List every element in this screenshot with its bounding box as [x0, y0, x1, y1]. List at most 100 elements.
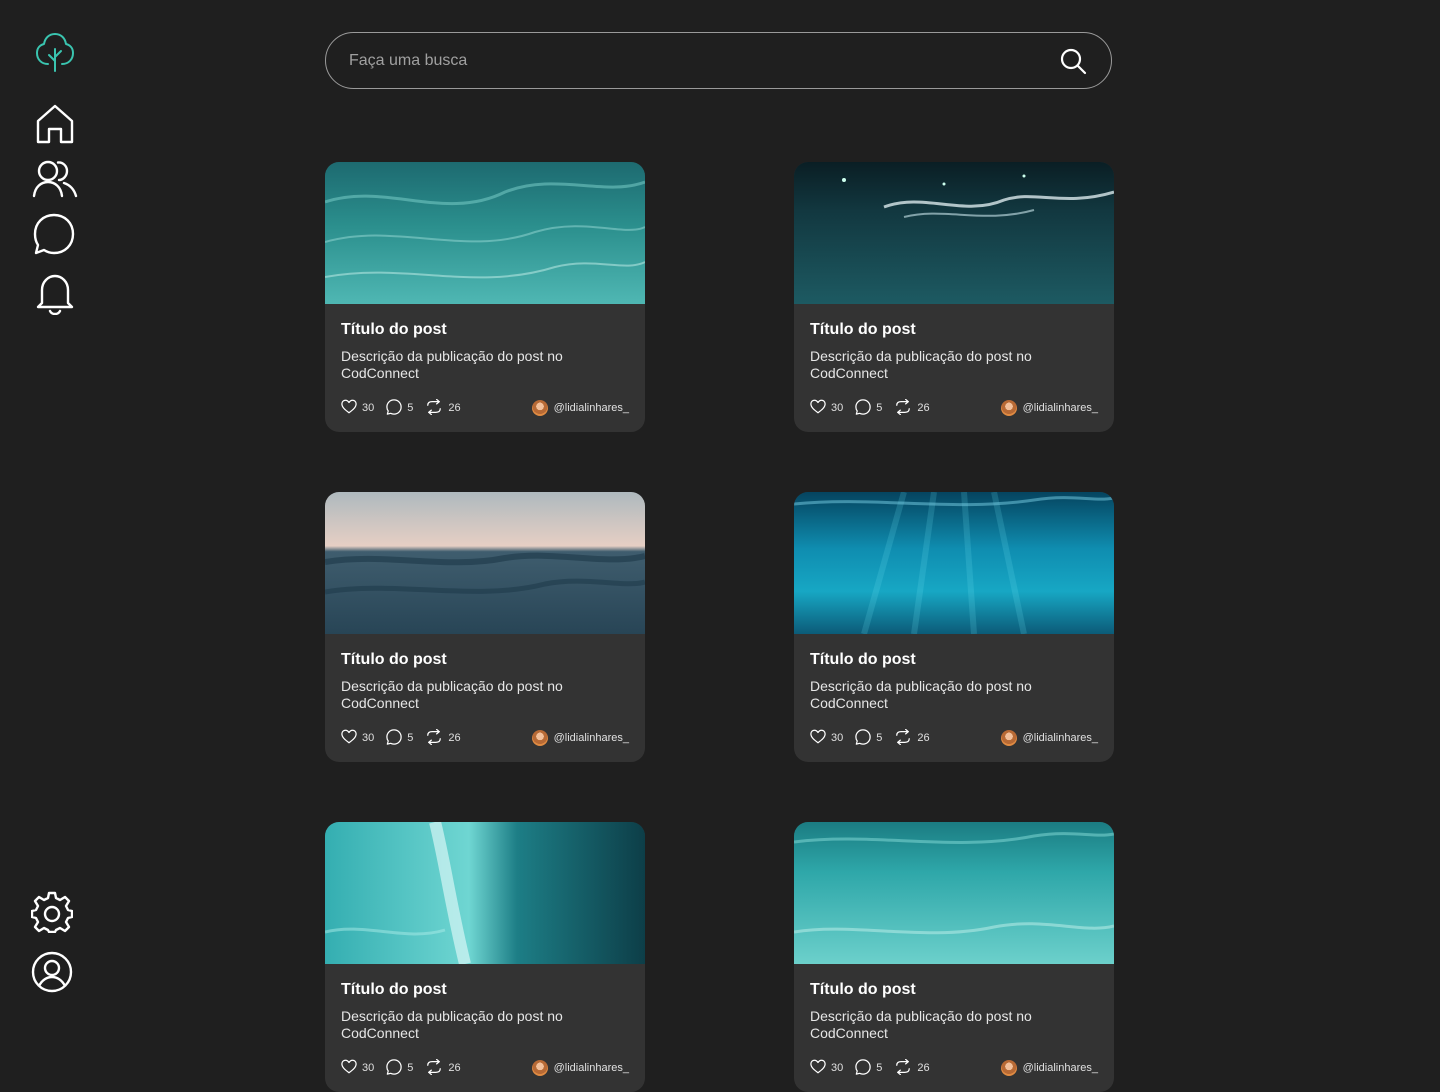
post-author[interactable]: @lidialinhares_ — [1000, 400, 1098, 416]
heart-icon — [341, 729, 362, 747]
comment-count: 5 — [407, 732, 414, 744]
share-count: 26 — [448, 732, 461, 744]
post-footer: 30 5 26 @lidialinhares_ — [810, 398, 1098, 418]
share-button[interactable]: 26 — [894, 1058, 930, 1078]
post-title: Título do post — [810, 981, 916, 998]
comment-button[interactable]: 5 — [386, 728, 414, 748]
heart-icon — [810, 399, 831, 417]
post-image[interactable] — [325, 162, 645, 304]
post-image[interactable] — [794, 492, 1114, 634]
tree-logo-icon[interactable] — [33, 30, 77, 74]
bell-icon[interactable] — [33, 272, 77, 316]
like-count: 30 — [831, 402, 844, 414]
post-description: Descrição da publicação do post no CodCo… — [810, 1008, 1032, 1041]
like-button[interactable]: 30 — [341, 729, 374, 747]
share-button[interactable]: 26 — [894, 398, 930, 418]
post-title: Título do post — [341, 651, 447, 668]
like-button[interactable]: 30 — [810, 729, 843, 747]
comment-button[interactable]: 5 — [855, 398, 883, 418]
post-image[interactable] — [325, 822, 645, 964]
comment-button[interactable]: 5 — [855, 728, 883, 748]
heart-icon — [810, 729, 831, 747]
search-input[interactable] — [326, 32, 1059, 89]
post-title: Título do post — [810, 321, 916, 338]
user-profile-icon[interactable] — [30, 950, 74, 994]
post-card[interactable]: Título do post Descrição da publicação do… — [325, 162, 645, 432]
home-icon[interactable] — [33, 102, 77, 146]
comment-count: 5 — [876, 402, 883, 414]
post-image[interactable] — [794, 162, 1114, 304]
like-count: 30 — [362, 402, 375, 414]
post-title: Título do post — [341, 981, 447, 998]
post-card[interactable]: Título do post Descrição da publicação do… — [325, 492, 645, 762]
heart-icon — [341, 1059, 362, 1077]
post-title: Título do post — [810, 651, 916, 668]
settings-gear-icon[interactable] — [30, 890, 74, 934]
post-card[interactable]: Título do post Descrição da publicação do… — [325, 822, 645, 1092]
comment-icon — [855, 398, 876, 418]
sidebar — [0, 0, 110, 1024]
repost-icon — [425, 1058, 448, 1078]
avatar — [531, 1060, 548, 1076]
post-card[interactable]: Título do post Descrição da publicação do… — [794, 162, 1114, 432]
comment-icon — [386, 398, 407, 418]
avatar — [531, 730, 548, 746]
post-title: Título do post — [341, 321, 447, 338]
post-image[interactable] — [794, 822, 1114, 964]
post-author[interactable]: @lidialinhares_ — [531, 730, 629, 746]
avatar — [531, 400, 548, 416]
share-count: 26 — [448, 1062, 461, 1074]
comment-count: 5 — [407, 1062, 414, 1074]
like-button[interactable]: 30 — [810, 399, 843, 417]
repost-icon — [894, 398, 917, 418]
comment-button[interactable]: 5 — [386, 1058, 414, 1078]
comment-button[interactable]: 5 — [855, 1058, 882, 1078]
repost-icon — [425, 728, 448, 748]
post-card[interactable]: Título do post Descrição da publicação do… — [794, 822, 1114, 1092]
share-count: 26 — [917, 402, 930, 414]
comment-icon — [386, 728, 407, 748]
post-description: Descrição da publicação do post no CodCo… — [341, 1008, 563, 1041]
post-card[interactable]: Título do post Descrição da publicação do… — [794, 492, 1114, 762]
post-description: Descrição da publicação do post no CodCo… — [341, 678, 563, 711]
comment-icon — [386, 1058, 407, 1078]
like-button[interactable]: 30 — [341, 399, 374, 417]
post-author[interactable]: @lidialinhares_ — [531, 1060, 629, 1076]
search-icon[interactable] — [1059, 47, 1087, 75]
comment-count: 5 — [407, 402, 414, 414]
share-count: 26 — [917, 732, 930, 744]
like-button[interactable]: 30 — [810, 1059, 843, 1077]
post-author[interactable]: @lidialinhares_ — [1000, 730, 1098, 746]
post-description: Descrição da publicação do post no CodCo… — [341, 348, 563, 381]
author-handle: @lidialinhares_ — [1022, 732, 1098, 744]
author-handle: @lidialinhares_ — [553, 402, 629, 414]
comment-button[interactable]: 5 — [386, 398, 414, 418]
share-button[interactable]: 26 — [425, 1058, 461, 1078]
share-button[interactable]: 26 — [425, 398, 461, 418]
share-count: 26 — [448, 402, 461, 414]
author-handle: @lidialinhares_ — [553, 732, 629, 744]
post-image[interactable] — [325, 492, 645, 634]
post-footer: 30 5 26 @lidialinhares_ — [341, 1058, 629, 1078]
post-author[interactable]: @lidialinhares_ — [531, 400, 629, 416]
repost-icon — [425, 398, 448, 418]
search-bar — [325, 32, 1112, 89]
share-button[interactable]: 26 — [894, 728, 930, 748]
chat-bubble-icon[interactable] — [32, 212, 76, 256]
avatar — [1000, 400, 1017, 416]
heart-icon — [341, 399, 362, 417]
comment-count: 5 — [876, 732, 883, 744]
share-button[interactable]: 26 — [425, 728, 461, 748]
author-handle: @lidialinhares_ — [1022, 402, 1098, 414]
like-count: 30 — [831, 1062, 844, 1074]
repost-icon — [894, 1058, 917, 1078]
post-footer: 30 5 26 @lidialinhares_ — [810, 728, 1098, 748]
post-author[interactable]: @lidialinhares_ — [1000, 1060, 1098, 1076]
avatar — [1000, 1060, 1017, 1076]
author-handle: @lidialinhares_ — [1022, 1062, 1098, 1074]
avatar — [1000, 730, 1017, 746]
share-count: 26 — [917, 1062, 930, 1074]
users-icon[interactable] — [32, 157, 78, 201]
like-button[interactable]: 30 — [341, 1059, 374, 1077]
like-count: 30 — [362, 732, 375, 744]
